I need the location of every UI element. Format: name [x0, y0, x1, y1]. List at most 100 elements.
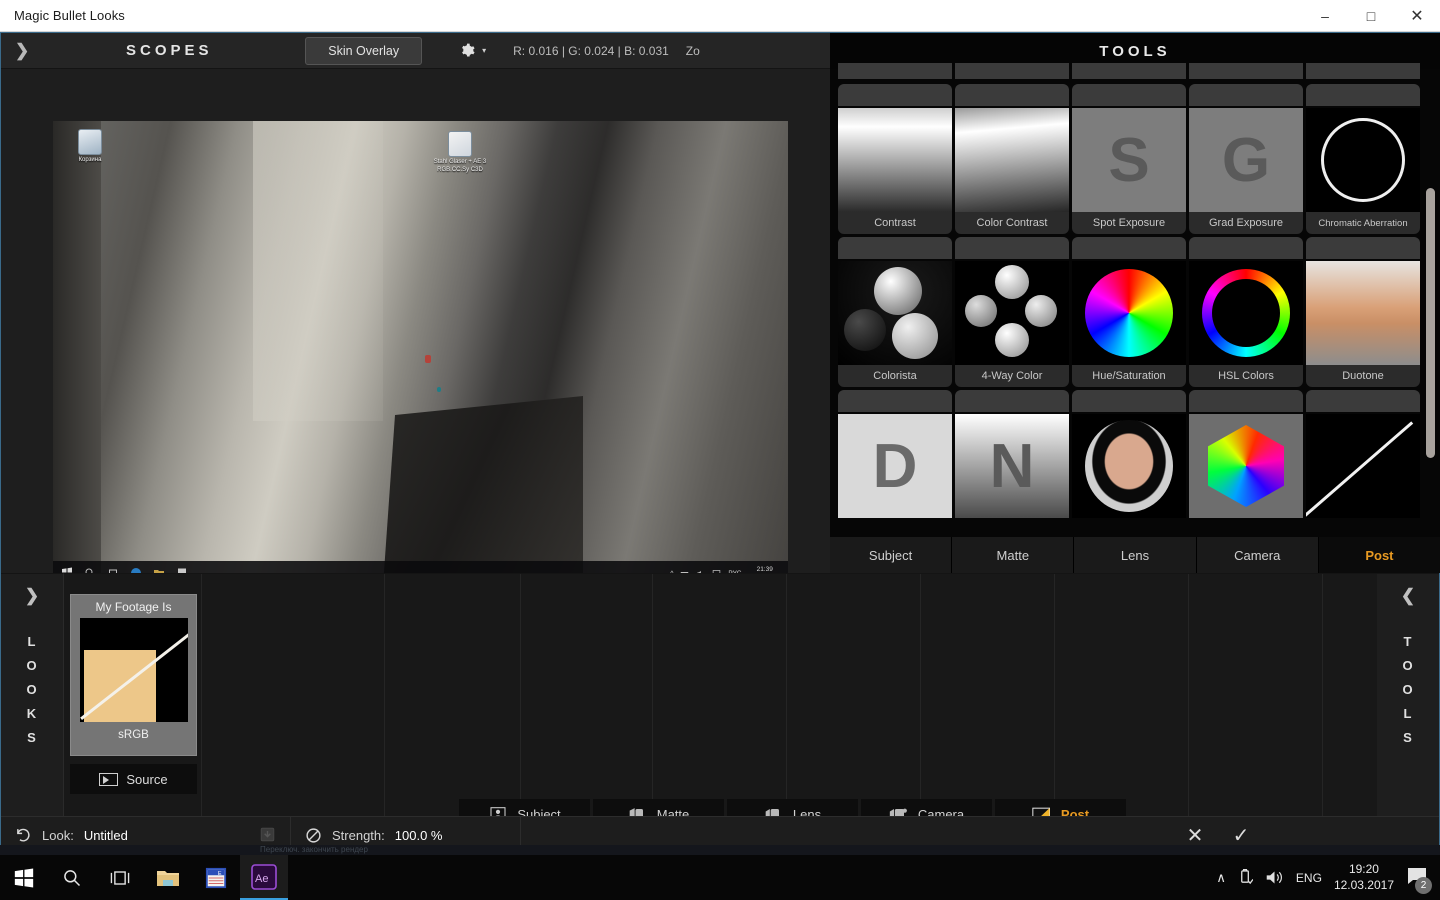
tray-chevron-icon[interactable]: ∧	[1216, 870, 1226, 886]
neutral-thumbnail-icon: N	[955, 414, 1069, 518]
video-preview[interactable]: Корзина Stahl Glaser + AE 3 RGB.CC.Sy C3…	[53, 121, 788, 585]
tab-post[interactable]: Post	[1318, 537, 1440, 573]
preview-area[interactable]: Корзина Stahl Glaser + AE 3 RGB.CC.Sy C3…	[1, 69, 830, 585]
collapse-tools-chevron-icon[interactable]: ❮	[1377, 574, 1439, 606]
colorista-thumbnail-icon	[838, 261, 952, 365]
tab-matte[interactable]: Matte	[952, 537, 1075, 573]
climber-figure	[425, 355, 431, 363]
desktop-icon-label: Stahl Glaser + AE 3 RGB.CC.Sy C3D	[433, 159, 487, 173]
tool-label: Colorista	[838, 365, 952, 387]
scopes-title: SCOPES	[125, 42, 213, 59]
notification-count: 2	[1415, 876, 1432, 894]
tools-scrollbar[interactable]	[1426, 73, 1435, 569]
look-card-my-footage-is[interactable]: My Footage Is sRGB	[70, 594, 197, 756]
look-label: Look:	[42, 828, 74, 843]
chromatic-aberration-thumbnail-icon	[1306, 108, 1420, 212]
tool-card-tab	[955, 237, 1069, 259]
spreadsheet-icon: E	[205, 867, 227, 888]
tool-card-tab	[1072, 63, 1186, 79]
tool-label: Spot Exposure	[1072, 212, 1186, 234]
gear-caret-icon[interactable]: ▾	[482, 46, 486, 55]
contrast-thumbnail-icon	[838, 108, 952, 212]
tab-lens[interactable]: Lens	[1074, 537, 1197, 573]
window-titlebar: Magic Bullet Looks – □ ✕	[0, 0, 1440, 32]
tray-language[interactable]: ENG	[1296, 871, 1322, 885]
tab-camera[interactable]: Camera	[1196, 537, 1319, 573]
document-icon	[448, 131, 472, 157]
tools-row: Contrast Color Contrast S Spot Exposure	[838, 84, 1426, 234]
tool-card-hue-saturation[interactable]: Hue/Saturation	[1072, 237, 1186, 387]
after-effects-icon: Ae	[251, 863, 277, 890]
tool-card[interactable]	[1072, 63, 1186, 81]
close-button[interactable]: ✕	[1394, 0, 1440, 32]
tool-label: Color Contrast	[955, 212, 1069, 234]
action-center-button[interactable]: 2	[1406, 866, 1432, 894]
expand-looks-chevron-icon[interactable]: ❯	[1, 574, 63, 606]
strength-label: Strength:	[332, 828, 385, 843]
tool-card-contrast[interactable]: Contrast	[838, 84, 952, 234]
svg-text:Ae: Ae	[255, 873, 268, 885]
tools-row	[838, 63, 1426, 81]
tool-card[interactable]	[955, 63, 1069, 81]
reset-icon[interactable]	[15, 827, 32, 844]
maximize-button[interactable]: □	[1348, 0, 1394, 32]
tool-label: HSL Colors	[1189, 365, 1303, 387]
excel-button[interactable]: E	[192, 855, 240, 900]
tool-card-color-contrast[interactable]: Color Contrast	[955, 84, 1069, 234]
source-button[interactable]: Source	[70, 764, 197, 794]
gear-icon[interactable]	[460, 43, 475, 58]
tool-card-tab	[955, 63, 1069, 79]
tray-time: 19:20	[1348, 861, 1379, 876]
tool-card-spot-exposure[interactable]: S Spot Exposure	[1072, 84, 1186, 234]
tool-label: Chromatic Aberration	[1306, 212, 1420, 234]
tool-card-neutral[interactable]: N	[955, 390, 1069, 518]
file-explorer-icon	[157, 870, 179, 886]
tool-card-duotone[interactable]: Duotone	[1306, 237, 1420, 387]
tool-card-grad-exposure[interactable]: G Grad Exposure	[1189, 84, 1303, 234]
tool-card[interactable]	[1189, 63, 1303, 81]
usb-eject-icon[interactable]	[1238, 869, 1253, 886]
tool-card-tab	[955, 390, 1069, 412]
tools-scrollbar-thumb[interactable]	[1426, 188, 1435, 458]
disable-icon[interactable]	[305, 827, 322, 844]
tool-label: Hue/Saturation	[1072, 365, 1186, 387]
tab-subject[interactable]: Subject	[830, 537, 953, 573]
tool-card-camera[interactable]	[1189, 390, 1303, 518]
window-title: Magic Bullet Looks	[14, 8, 125, 23]
tool-card-tab	[1189, 63, 1303, 79]
tools-row: Colorista 4-Way Color Hue/Saturation HSL…	[838, 237, 1426, 387]
start-button[interactable]	[0, 855, 48, 900]
tool-card-tab	[1072, 237, 1186, 259]
tool-card[interactable]	[838, 63, 952, 81]
tool-card-tab	[1306, 390, 1420, 412]
windows-logo-icon	[14, 867, 34, 888]
after-effects-button[interactable]: Ae	[240, 855, 288, 900]
search-button[interactable]	[48, 855, 96, 900]
tray-clock[interactable]: 19:20 12.03.2017	[1334, 862, 1394, 893]
file-explorer-button[interactable]	[144, 855, 192, 900]
duotone-thumbnail-icon	[1306, 261, 1420, 365]
tool-card-colorista[interactable]: Colorista	[838, 237, 952, 387]
looks-strip: My Footage Is sRGB Source Subject Matte …	[63, 573, 1379, 829]
tool-card[interactable]	[1306, 63, 1420, 81]
tool-card-hsl-colors[interactable]: HSL Colors	[1189, 237, 1303, 387]
minimize-button[interactable]: –	[1302, 0, 1348, 32]
skin-overlay-button[interactable]: Skin Overlay	[305, 36, 423, 65]
tool-card-tab	[1189, 390, 1303, 412]
tool-card-tab	[1306, 63, 1420, 79]
volume-icon[interactable]	[1265, 869, 1284, 886]
expand-scopes-chevron-icon[interactable]: ❯	[1, 42, 39, 59]
strength-value: 100.0 %	[394, 828, 443, 843]
tool-card-tab	[1189, 237, 1303, 259]
desktop-icon-document[interactable]: Stahl Glaser + AE 3 RGB.CC.Sy C3D	[431, 131, 489, 174]
desktop-icon-recycle-bin[interactable]: Корзина	[61, 129, 119, 165]
tool-card-4-way-color[interactable]: 4-Way Color	[955, 237, 1069, 387]
tools-rail-label: TOOLS	[1402, 634, 1414, 746]
tool-card-curve[interactable]	[1306, 390, 1420, 518]
save-look-icon[interactable]	[259, 826, 276, 843]
task-view-button[interactable]	[96, 855, 144, 900]
tool-card-diffusion[interactable]: D	[838, 390, 952, 518]
search-icon	[64, 869, 81, 886]
tool-card-chromatic-aberration[interactable]: Chromatic Aberration	[1306, 84, 1420, 234]
tool-card-lens[interactable]	[1072, 390, 1186, 518]
